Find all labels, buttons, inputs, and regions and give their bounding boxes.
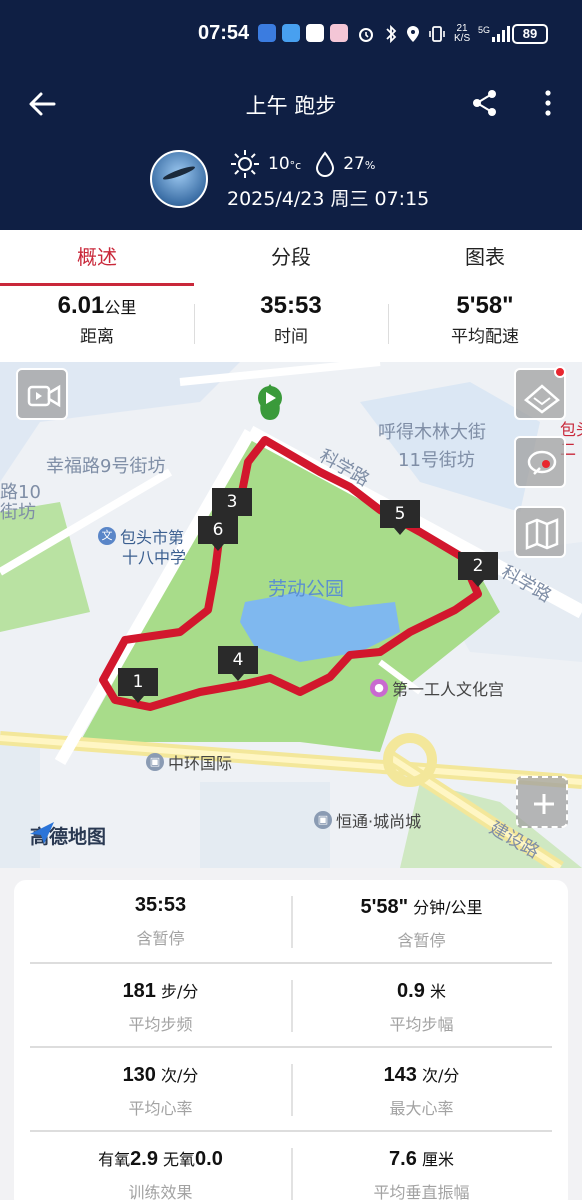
notification-app-icon [282, 24, 300, 42]
distance-unit: 公里 [104, 298, 137, 317]
map-view-button[interactable] [514, 506, 566, 558]
distance-label: 距离 [80, 327, 114, 347]
lap-marker[interactable]: 1 [118, 668, 158, 703]
stat-max-heart-rate: 143 次/分 最大心率 [291, 1048, 552, 1132]
summary-bar: 6.01公里 距离 35:53 时间 5'58" 平均配速 [0, 286, 582, 362]
more-options-button[interactable] [536, 88, 560, 118]
building-icon: ▣ [314, 811, 332, 829]
battery-indicator: 89 [512, 24, 548, 44]
bluetooth-icon [386, 24, 397, 44]
tab-bar: 概述 分段 图表 [0, 230, 582, 286]
status-time: 07:54 [198, 22, 250, 44]
stats-card: 35:53 含暂停 5'58" 分钟/公里 含暂停 181 步/分 平均步频 0… [14, 880, 568, 1200]
lap-marker[interactable]: 5 [380, 500, 420, 535]
location-icon [407, 26, 419, 42]
time-label: 时间 [274, 327, 308, 347]
amap-logo: 高德地图 [30, 822, 106, 849]
distance-value: 6.01 [57, 292, 105, 319]
pace-label: 平均配速 [451, 327, 519, 347]
share-button[interactable] [470, 88, 500, 118]
stat-total-time: 35:53 含暂停 [134, 894, 187, 948]
summary-pace: 5'58" 平均配速 [388, 286, 582, 362]
stat-vertical-oscillation: 7.6 厘米 平均垂直振幅 [291, 1132, 552, 1200]
time-value: 35:53 [260, 292, 322, 319]
zoom-in-button[interactable] [516, 776, 568, 828]
pace-value: 5'58" [456, 292, 514, 319]
school-icon: 文 [98, 527, 116, 545]
tab-overview[interactable]: 概述 [0, 230, 194, 286]
lap-marker[interactable]: 3 [212, 488, 252, 523]
video-icon [27, 384, 61, 408]
video-button[interactable] [16, 368, 68, 420]
notification-app-icon [306, 24, 324, 42]
temperature-value: 10 [268, 154, 290, 174]
culture-icon: ● [370, 679, 388, 697]
poi-zhonghuan[interactable]: ▣ 中环国际 [146, 750, 232, 774]
lap-marker[interactable]: 6 [198, 516, 238, 551]
route-map[interactable]: 幸福路9号街坊 呼得木林大街 11号街坊 科学路 科学路 路10 街坊 文包头市… [0, 362, 582, 868]
plus-icon [534, 794, 554, 814]
park-label: 劳动公园 [268, 578, 345, 600]
summary-distance: 6.01公里 距离 [0, 286, 194, 362]
sun-icon [231, 150, 259, 178]
map-label: 11号街坊 [398, 450, 475, 471]
status-bar: 07:54 21 K/S 5G 89 [0, 18, 582, 52]
humidity-value: 27 [343, 154, 365, 174]
amap-logo-icon [30, 822, 54, 844]
stats-row: 35:53 含暂停 5'58" 分钟/公里 含暂停 [30, 880, 552, 964]
stats-row: 有氧2.9 无氧0.0 训练效果 7.6 厘米 平均垂直振幅 [30, 1132, 552, 1200]
building-icon: ▣ [146, 753, 164, 771]
avatar[interactable] [150, 150, 208, 208]
humidity-icon [316, 151, 335, 177]
alarm-icon [359, 28, 373, 42]
notification-app-icon [330, 24, 348, 42]
summary-time: 35:53 时间 [194, 286, 388, 362]
map-label: 幸福路9号街坊 [46, 456, 166, 477]
temperature-unit: °c [289, 159, 302, 172]
stats-row: 181 步/分 平均步频 0.9 米 平均步幅 [30, 964, 552, 1048]
stat-training-effect: 有氧2.9 无氧0.0 训练效果 [98, 1148, 223, 1200]
network-speed: 21 K/S [454, 23, 471, 44]
route-loop-icon [527, 450, 557, 475]
weather-info: 10°c 27% [230, 148, 375, 180]
map-layers-icon [524, 384, 560, 414]
humidity-unit: % [364, 159, 376, 172]
map-label: 呼得木林大街 [378, 422, 486, 443]
lap-marker[interactable]: 4 [218, 646, 258, 681]
tab-charts[interactable]: 图表 [388, 230, 582, 286]
notification-dot [554, 366, 566, 378]
signal-icon: 5G [478, 25, 511, 42]
activity-datetime: 2025/4/23 周三 07:15 [227, 188, 430, 210]
stat-cadence: 181 步/分 平均步频 [122, 980, 199, 1034]
status-icons: 21 K/S 5G [356, 22, 512, 46]
vibrate-icon [429, 26, 445, 42]
stat-total-pace: 5'58" 分钟/公里 含暂停 [291, 880, 552, 964]
map-canvas [0, 362, 582, 868]
map-label: 街坊 [0, 502, 36, 523]
app-root: 07:54 21 K/S 5G 89 上午 跑步 10°c 27% 2025/4… [0, 0, 582, 1200]
notification-app-icon [258, 24, 276, 42]
poi-hengtong[interactable]: ▣ 恒通·城尚城 [314, 808, 421, 832]
poi-culture-palace[interactable]: ● 第一工人文化宫 [370, 676, 504, 700]
stat-stride: 0.9 米 平均步幅 [291, 964, 552, 1048]
map-label: 十八中学 [122, 548, 187, 567]
stat-avg-heart-rate: 130 次/分 平均心率 [122, 1064, 199, 1118]
route-replay-button[interactable] [514, 436, 566, 488]
lap-marker[interactable]: 2 [458, 552, 498, 587]
map-icon [525, 518, 559, 550]
stats-row: 130 次/分 平均心率 143 次/分 最大心率 [30, 1048, 552, 1132]
tab-splits[interactable]: 分段 [194, 230, 388, 286]
svg-text:5G: 5G [478, 25, 490, 35]
header: 07:54 21 K/S 5G 89 上午 跑步 10°c 27% 2025/4… [0, 0, 582, 230]
